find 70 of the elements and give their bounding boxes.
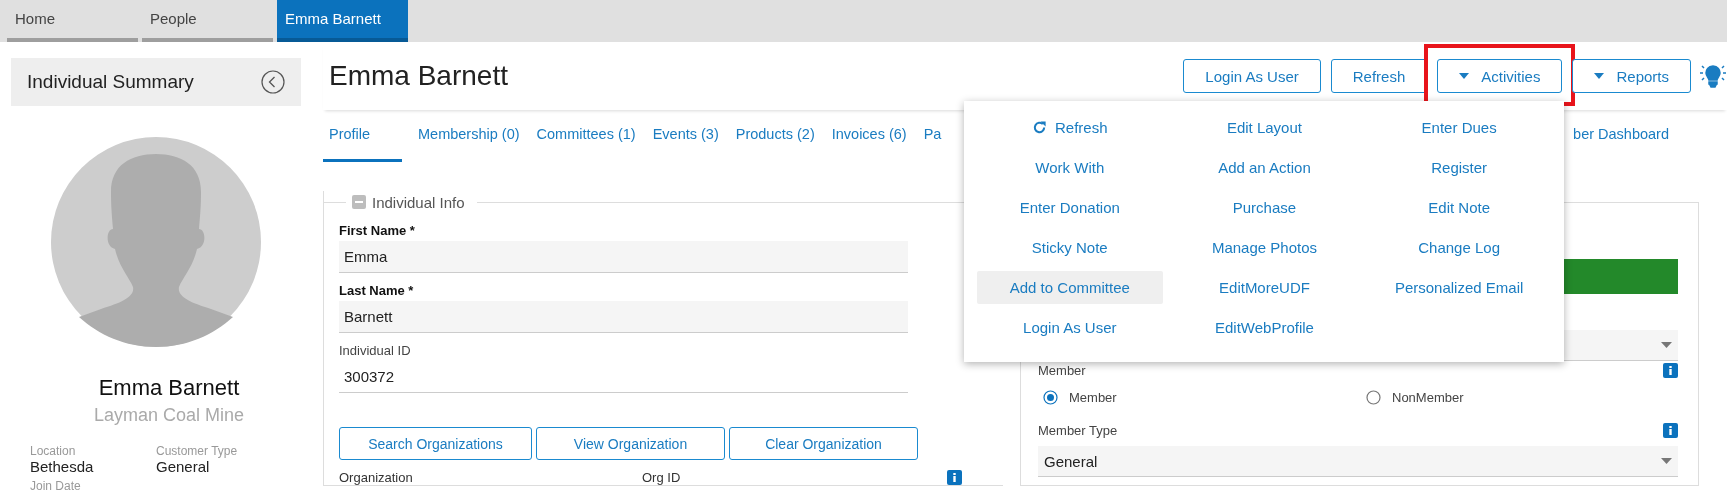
info-icon[interactable]: [1663, 423, 1678, 438]
field-label: Member Type: [1038, 423, 1118, 438]
menu-item[interactable]: Register: [1419, 151, 1500, 184]
text-field[interactable]: Emma: [339, 241, 908, 273]
person-name: Emma Barnett: [97, 375, 241, 401]
field-label: Last Name *: [339, 282, 415, 300]
nav-tab[interactable]: Home: [7, 0, 138, 42]
menu-item[interactable]: Add an Action: [1206, 151, 1323, 184]
organization-button[interactable]: View Organization: [536, 427, 725, 460]
caret-icon: [1459, 73, 1470, 79]
dropdown-button[interactable]: Activities: [1437, 59, 1563, 93]
field-label: First Name *: [339, 222, 416, 240]
lightbulb-icon[interactable]: [1699, 63, 1727, 89]
sidebar-title: Individual Summary: [27, 71, 194, 93]
profile-tab[interactable]: Products (2): [735, 110, 815, 159]
profile-tab[interactable]: Profile: [323, 110, 402, 162]
profile-tab[interactable]: Invoices (6): [831, 110, 907, 159]
menu-item[interactable]: Work With: [1023, 151, 1117, 184]
action-button[interactable]: Login As User: [1183, 59, 1321, 93]
organization-button[interactable]: Clear Organization: [729, 427, 918, 460]
menu-item[interactable]: Personalized Email: [1382, 271, 1536, 304]
menu-item[interactable]: Edit Note: [1416, 191, 1502, 224]
info-icon[interactable]: [947, 470, 962, 485]
radio-option[interactable]: NonMember: [1361, 390, 1684, 405]
menu-item[interactable]: Enter Dues: [1409, 111, 1509, 144]
detail-value: General: [156, 458, 211, 475]
info-icon[interactable]: [1663, 363, 1678, 378]
caret-icon: [1594, 73, 1605, 79]
dropdown-field[interactable]: General: [1038, 446, 1678, 477]
menu-item[interactable]: Purchase: [1220, 191, 1309, 224]
dropdown-button[interactable]: Reports: [1572, 59, 1691, 93]
radio-label: NonMember: [1392, 390, 1464, 405]
nav-tab[interactable]: Emma Barnett: [277, 0, 408, 42]
caret-icon: [1661, 342, 1672, 348]
detail-value: Bethesda: [30, 458, 95, 475]
detail-label: Customer Type: [156, 444, 239, 458]
column-label: Organization: [339, 470, 414, 485]
menu-item[interactable]: Change Log: [1406, 231, 1512, 264]
column-label: Org ID: [642, 470, 682, 485]
radio-option[interactable]: Member: [1038, 390, 1361, 405]
page-title: Emma Barnett: [329, 60, 508, 92]
profile-tab[interactable]: ber Dashboard: [1573, 110, 1669, 159]
menu-item[interactable]: EditWebProfile: [1203, 311, 1326, 344]
section-title: Individual Info: [372, 193, 465, 211]
radio-button[interactable]: [1043, 390, 1058, 405]
radio-label: Member: [1069, 390, 1117, 405]
menu-item[interactable]: Enter Donation: [1007, 191, 1132, 224]
profile-tab[interactable]: Events (3): [652, 110, 719, 159]
menu-item[interactable]: Refresh: [1020, 111, 1120, 144]
organization-button[interactable]: Search Organizations: [339, 427, 532, 460]
collapse-icon[interactable]: [261, 70, 285, 94]
menu-item[interactable]: Login As User: [1011, 311, 1129, 344]
menu-item[interactable]: Edit Layout: [1214, 111, 1314, 144]
text-field[interactable]: Barnett: [339, 301, 908, 333]
field-label: Individual ID: [339, 342, 412, 360]
detail-label: Location: [30, 444, 77, 458]
menu-item[interactable]: Sticky Note: [1019, 231, 1120, 264]
organization-name: Layman Coal Mine: [92, 405, 246, 426]
menu-item[interactable]: Add to Committee: [976, 271, 1163, 304]
caret-icon: [1661, 458, 1672, 464]
refresh-icon: [1032, 120, 1048, 135]
detail-label: Join Date: [30, 479, 82, 493]
nav-tab[interactable]: People: [142, 0, 273, 42]
profile-tab[interactable]: Membership (0): [418, 110, 520, 159]
menu-item[interactable]: EditMoreUDF: [1207, 271, 1322, 304]
menu-item[interactable]: Manage Photos: [1199, 231, 1329, 264]
field-label: Member: [1038, 363, 1086, 378]
profile-tab[interactable]: Pa: [923, 110, 942, 159]
radio-button[interactable]: [1366, 390, 1381, 405]
profile-tab[interactable]: Committees (1): [536, 110, 636, 159]
